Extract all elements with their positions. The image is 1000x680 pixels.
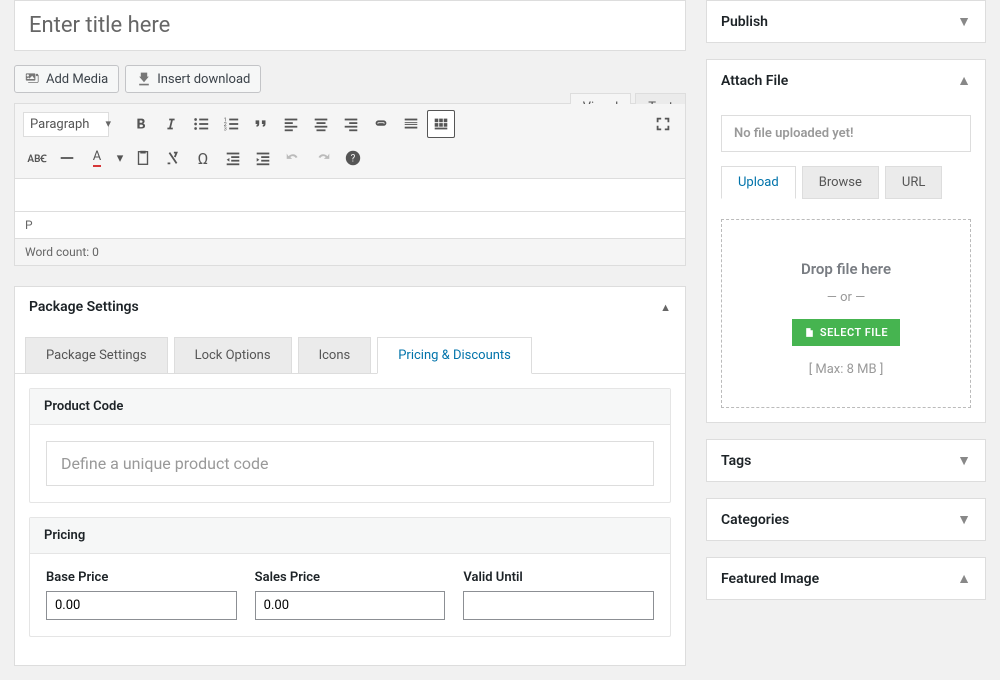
clear-formatting-icon[interactable] bbox=[159, 144, 187, 172]
add-media-button[interactable]: Add Media bbox=[14, 65, 119, 93]
no-file-status: No file uploaded yet! bbox=[721, 115, 971, 152]
download-icon bbox=[136, 71, 152, 87]
package-settings-title: Package Settings bbox=[29, 299, 139, 315]
max-size-text: [ Max: 8 MB ] bbox=[732, 362, 960, 377]
redo-icon[interactable] bbox=[309, 144, 337, 172]
insert-download-label: Insert download bbox=[157, 72, 250, 87]
tab-pricing-discounts[interactable]: Pricing & Discounts bbox=[377, 337, 532, 374]
toolbar-toggle-icon[interactable] bbox=[427, 110, 455, 138]
tab-package-settings[interactable]: Package Settings bbox=[25, 337, 168, 373]
help-icon[interactable]: ? bbox=[339, 144, 367, 172]
media-icon bbox=[25, 71, 41, 87]
publish-title: Publish bbox=[721, 14, 768, 30]
featured-image-title: Featured Image bbox=[721, 571, 819, 587]
title-input[interactable] bbox=[14, 0, 686, 51]
file-drop-zone[interactable]: Drop file here — or — SELECT FILE [ Max:… bbox=[721, 219, 971, 408]
product-code-heading: Product Code bbox=[30, 389, 670, 425]
align-left-icon[interactable] bbox=[277, 110, 305, 138]
bullet-list-icon[interactable] bbox=[187, 110, 215, 138]
blockquote-icon[interactable] bbox=[247, 110, 275, 138]
numbered-list-icon[interactable]: 123 bbox=[217, 110, 245, 138]
sales-price-label: Sales Price bbox=[255, 570, 446, 585]
valid-until-label: Valid Until bbox=[463, 570, 654, 585]
tab-upload[interactable]: Upload bbox=[721, 166, 796, 199]
valid-until-input[interactable] bbox=[463, 591, 654, 620]
select-file-button[interactable]: SELECT FILE bbox=[792, 319, 900, 346]
collapse-up-icon: ▲ bbox=[660, 301, 671, 314]
strikethrough-icon[interactable]: ABꞒ bbox=[23, 144, 51, 172]
tab-browse[interactable]: Browse bbox=[802, 166, 879, 199]
chevron-down-icon: ▼ bbox=[957, 13, 971, 30]
bold-icon[interactable] bbox=[127, 110, 155, 138]
collapse-up-icon: ▲ bbox=[957, 72, 971, 89]
featured-image-header[interactable]: Featured Image ▲ bbox=[707, 558, 985, 599]
tags-title: Tags bbox=[721, 453, 751, 469]
attach-file-title: Attach File bbox=[721, 73, 788, 89]
package-settings-panel: Package Settings ▲ Package Settings Lock… bbox=[14, 286, 686, 666]
special-character-icon[interactable]: Ω bbox=[189, 144, 217, 172]
editor-section: Add Media Insert download Visual Text Pa… bbox=[14, 65, 686, 266]
chevron-down-icon: ▼ bbox=[957, 452, 971, 469]
indent-icon[interactable] bbox=[249, 144, 277, 172]
drop-file-text: Drop file here bbox=[732, 260, 960, 278]
svg-text:3: 3 bbox=[224, 126, 227, 132]
text-color-icon[interactable]: A bbox=[83, 144, 111, 172]
publish-panel-header[interactable]: Publish ▼ bbox=[707, 1, 985, 42]
add-media-label: Add Media bbox=[46, 72, 108, 87]
svg-text:?: ? bbox=[351, 154, 356, 165]
categories-title: Categories bbox=[721, 512, 789, 528]
editor-content[interactable] bbox=[15, 179, 685, 211]
product-code-input[interactable] bbox=[46, 441, 654, 486]
word-count: Word count: 0 bbox=[15, 238, 685, 265]
tab-url[interactable]: URL bbox=[885, 166, 942, 199]
editor-toolbar: Paragraph 123 ABꞒ A ▾ Ω ? bbox=[15, 104, 685, 179]
pricing-heading: Pricing bbox=[30, 518, 670, 554]
insert-download-button[interactable]: Insert download bbox=[125, 65, 261, 93]
file-icon bbox=[804, 327, 815, 338]
paragraph-select[interactable]: Paragraph bbox=[23, 112, 109, 137]
undo-icon[interactable] bbox=[279, 144, 307, 172]
tab-icons[interactable]: Icons bbox=[298, 337, 372, 373]
tags-panel-header[interactable]: Tags ▼ bbox=[707, 440, 985, 481]
horizontal-rule-icon[interactable] bbox=[53, 144, 81, 172]
collapse-up-icon: ▲ bbox=[957, 570, 971, 587]
sales-price-input[interactable] bbox=[255, 591, 446, 620]
package-settings-header[interactable]: Package Settings ▲ bbox=[15, 287, 685, 327]
attach-file-header[interactable]: Attach File ▲ bbox=[707, 60, 985, 101]
italic-icon[interactable] bbox=[157, 110, 185, 138]
categories-panel-header[interactable]: Categories ▼ bbox=[707, 499, 985, 540]
outdent-icon[interactable] bbox=[219, 144, 247, 172]
fullscreen-icon[interactable] bbox=[649, 110, 677, 138]
chevron-down-icon: ▼ bbox=[957, 511, 971, 528]
text-color-dropdown-icon[interactable]: ▾ bbox=[113, 144, 127, 172]
read-more-icon[interactable] bbox=[397, 110, 425, 138]
tab-lock-options[interactable]: Lock Options bbox=[174, 337, 292, 373]
element-path: P bbox=[15, 211, 685, 238]
base-price-label: Base Price bbox=[46, 570, 237, 585]
align-center-icon[interactable] bbox=[307, 110, 335, 138]
link-icon[interactable] bbox=[367, 110, 395, 138]
paste-text-icon[interactable] bbox=[129, 144, 157, 172]
align-right-icon[interactable] bbox=[337, 110, 365, 138]
base-price-input[interactable] bbox=[46, 591, 237, 620]
or-divider: — or — bbox=[732, 290, 960, 305]
select-file-label: SELECT FILE bbox=[820, 326, 888, 339]
